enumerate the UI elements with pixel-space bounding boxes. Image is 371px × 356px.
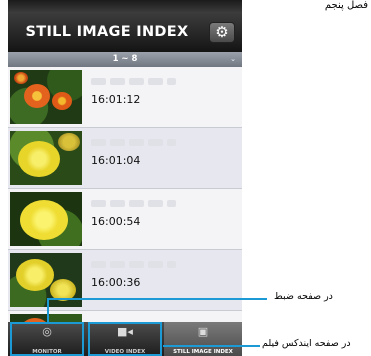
date-placeholder	[91, 261, 176, 268]
date-placeholder	[91, 78, 176, 85]
tab-still-image-index[interactable]: ▣ STILL IMAGE INDEX	[164, 322, 242, 356]
callout-connector	[47, 298, 49, 324]
page-label: فصل پنجم	[324, 0, 368, 11]
status-bar	[8, 0, 242, 12]
list-item[interactable]: 16:00:54	[8, 189, 242, 250]
list-item[interactable]: 16:00:36	[8, 250, 242, 311]
capture-time: 16:00:54	[91, 215, 141, 228]
date-placeholder	[91, 200, 176, 207]
capture-time: 16:00:36	[91, 276, 141, 289]
tab-label: STILL IMAGE INDEX	[173, 349, 233, 355]
thumbnail[interactable]	[10, 131, 82, 185]
callout-connector	[163, 345, 260, 347]
camera-icon: ▣	[197, 325, 209, 338]
highlight-monitor-tab	[10, 322, 84, 356]
list-item[interactable]: 16:01:04	[8, 128, 242, 189]
range-bar: 1 ~ 8 ⌄	[8, 52, 242, 67]
chevron-down-icon[interactable]: ⌄	[230, 52, 236, 67]
thumbnail[interactable]	[10, 192, 82, 246]
image-list: 16:01:12 16:01:04 16:00:54 16:00:36	[8, 67, 242, 356]
capture-time: 16:01:04	[91, 154, 141, 167]
highlight-video-index-tab	[88, 322, 162, 356]
callout-connector	[47, 298, 267, 300]
date-placeholder	[91, 139, 176, 146]
capture-time: 16:01:12	[91, 93, 141, 106]
range-label: 1 ~ 8	[112, 54, 138, 64]
page-title: STILL IMAGE INDEX	[25, 24, 189, 40]
gear-icon[interactable]: ⚙	[209, 22, 235, 43]
callout-video-index-page: در صفحه ایندکس فیلم	[262, 338, 351, 349]
thumbnail[interactable]	[10, 70, 82, 124]
callout-record-page: در صفحه ضبط	[274, 291, 333, 302]
phone-screen: STILL IMAGE INDEX ⚙ 1 ~ 8 ⌄ 16:01:12 16:…	[8, 0, 242, 356]
list-item[interactable]: 16:01:12	[8, 67, 242, 128]
app-header: STILL IMAGE INDEX ⚙	[8, 12, 242, 52]
